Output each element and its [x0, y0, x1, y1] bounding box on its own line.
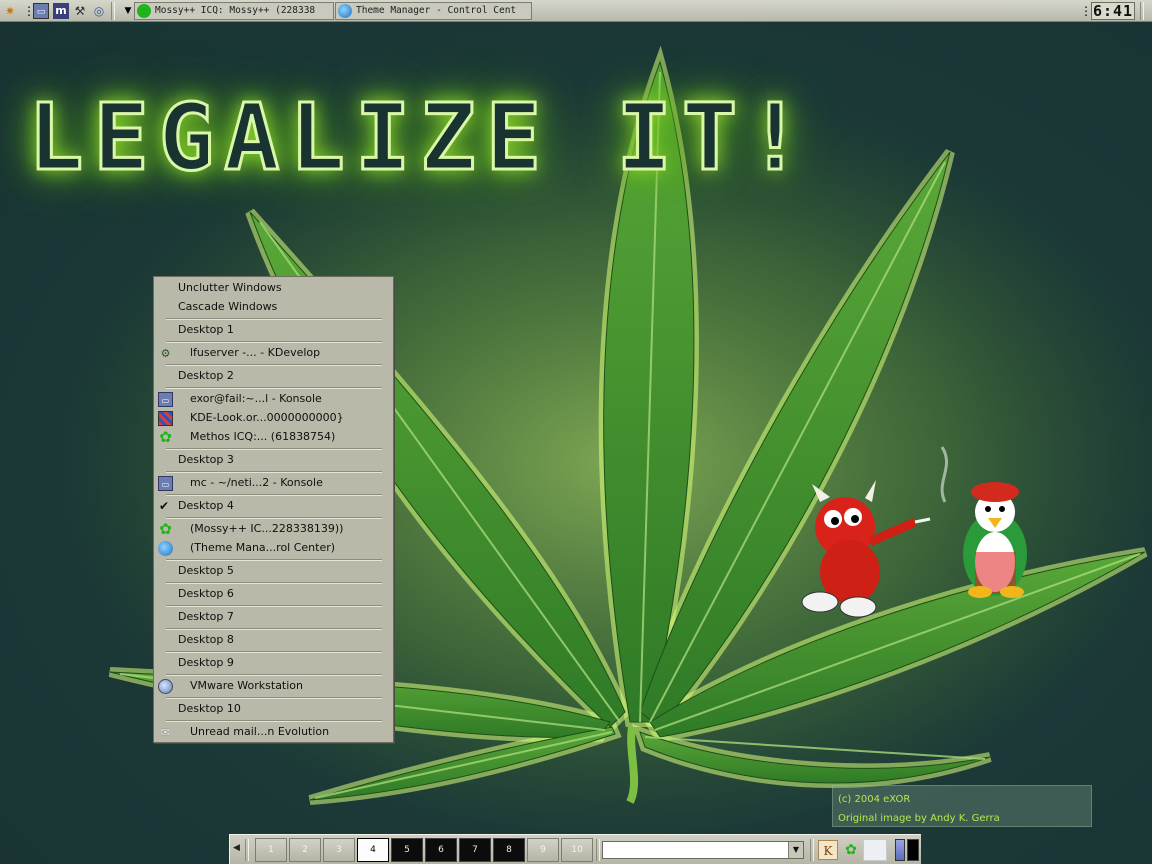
window-label: exor@fail:~...l - Konsole — [190, 392, 322, 405]
menu-item-window-methos-icq[interactable]: ✿ Methos ICQ:... (61838754) — [154, 427, 393, 447]
window-label: Methos ICQ:... (61838754) — [190, 430, 336, 443]
vmware-icon — [158, 679, 173, 694]
clover-icon — [137, 4, 151, 18]
window-list-menu: Unclutter Windows Cascade Windows Deskto… — [153, 276, 394, 743]
tray-black-applet[interactable] — [907, 839, 919, 861]
menu-item-window-evolution[interactable]: ✉ Unread mail...n Evolution — [154, 722, 393, 742]
konqueror-grid-icon — [158, 411, 173, 426]
clock[interactable]: 6:41 — [1091, 2, 1135, 20]
clover-icon: ✿ — [159, 520, 172, 538]
credit-copyright: (c) 2004 eXOR — [838, 794, 911, 805]
checkmark-icon: ✔ — [159, 499, 170, 513]
cdrom-icon[interactable]: ◎ — [91, 3, 107, 19]
tools-icon[interactable]: ⚒ — [72, 3, 88, 19]
kdevelop-icon: ⚙ — [160, 347, 171, 360]
top-panel: ✷ ⋮ ▭ m ⚒ ◎ ▼ Mossy++ ICQ: Mossy++ (2283… — [0, 0, 1152, 22]
pager-desktop-2[interactable]: 2 — [289, 838, 321, 862]
pager-desktop-9[interactable]: 9 — [527, 838, 559, 862]
mail-icon: ✉ — [160, 726, 171, 739]
panel-handle[interactable] — [111, 2, 115, 20]
konsole-icon: ▭ — [158, 392, 173, 407]
task-label: Theme Manager - Control Cent — [356, 5, 517, 16]
tray-blank-applet[interactable] — [863, 839, 887, 861]
window-label: VMware Workstation — [190, 679, 304, 692]
menu-item-window-kdevelop[interactable]: ⚙ lfuserver -... - KDevelop — [154, 343, 393, 363]
bottom-panel: ◀ 1 2 3 4 5 6 7 8 9 10 ▼ K ✿ — [229, 834, 921, 864]
task-label: Mossy++ ICQ: Mossy++ (228338 — [155, 5, 316, 16]
task-button-icq[interactable]: Mossy++ ICQ: Mossy++ (228338 — [134, 2, 334, 20]
konsole-icon: ▭ — [158, 476, 173, 491]
window-label: Unread mail...n Evolution — [190, 725, 330, 738]
window-label: mc - ~/neti...2 - Konsole — [190, 476, 323, 489]
clover-icon[interactable]: ✿ — [841, 840, 861, 860]
menu-item-desktop-6[interactable]: Desktop 6 — [154, 584, 393, 604]
kde-menu-icon[interactable]: ✷ — [2, 3, 18, 19]
pager-desktop-3[interactable]: 3 — [323, 838, 355, 862]
pager-desktop-4[interactable]: 4 — [357, 838, 389, 862]
menu-item-window-konsole-exor[interactable]: ▭ exor@fail:~...l - Konsole — [154, 389, 393, 409]
window-label: KDE-Look.or...0000000000} — [190, 411, 344, 424]
menu-item-window-vmware[interactable]: VMware Workstation — [154, 676, 393, 696]
globe-icon — [338, 4, 352, 18]
konsole-icon[interactable]: ▭ — [33, 3, 49, 19]
knotes-icon[interactable]: K — [818, 840, 838, 860]
clover-icon: ✿ — [159, 428, 172, 446]
desktop-label: Desktop 4 — [178, 499, 234, 512]
menu-item-unclutter[interactable]: Unclutter Windows — [154, 278, 393, 298]
credit-original-image: Original image by Andy K. Gerra — [838, 813, 1000, 824]
menu-item-desktop-10[interactable]: Desktop 10 — [154, 699, 393, 719]
pager-desktop-10[interactable]: 10 — [561, 838, 593, 862]
menu-item-desktop-9[interactable]: Desktop 9 — [154, 653, 393, 673]
menu-item-desktop-3[interactable]: Desktop 3 — [154, 450, 393, 470]
window-label: (Theme Mana...rol Center) — [190, 541, 336, 554]
pager-desktop-8[interactable]: 8 — [493, 838, 525, 862]
menu-item-desktop-4[interactable]: ✔ Desktop 4 — [154, 496, 393, 516]
panel-handle-right[interactable] — [1140, 2, 1144, 20]
menu-item-desktop-1[interactable]: Desktop 1 — [154, 320, 393, 340]
chevron-down-icon[interactable]: ▼ — [788, 842, 803, 858]
panel-handle[interactable] — [596, 839, 600, 861]
command-combo-input[interactable] — [602, 841, 804, 859]
window-label: lfuserver -... - KDevelop — [190, 346, 321, 359]
pager-desktop-6[interactable]: 6 — [425, 838, 457, 862]
menu-item-cascade[interactable]: Cascade Windows — [154, 297, 393, 317]
mc-icon[interactable]: m — [53, 3, 69, 19]
menu-item-window-kde-look[interactable]: KDE-Look.or...0000000000} — [154, 408, 393, 428]
window-label: (Mossy++ IC...228338139)) — [190, 522, 344, 535]
panel-handle[interactable] — [245, 839, 249, 861]
panel-hide-arrow-icon[interactable]: ◀ — [233, 843, 240, 853]
menu-item-desktop-5[interactable]: Desktop 5 — [154, 561, 393, 581]
legalize-it-headline: LEGALIZE IT! — [27, 83, 813, 193]
pager-desktop-7[interactable]: 7 — [459, 838, 491, 862]
tray-meter-icon[interactable] — [895, 839, 905, 861]
wallpaper-credit: (c) 2004 eXOR Original image by Andy K. … — [832, 785, 1092, 827]
menu-item-window-theme-manager[interactable]: (Theme Mana...rol Center) — [154, 538, 393, 558]
menu-item-window-konsole-mc[interactable]: ▭ mc - ~/neti...2 - Konsole — [154, 473, 393, 493]
pager-desktop-1[interactable]: 1 — [255, 838, 287, 862]
panel-handle[interactable] — [810, 839, 814, 861]
globe-icon — [158, 541, 173, 556]
task-button-theme-manager[interactable]: Theme Manager - Control Cent — [335, 2, 532, 20]
menu-item-desktop-2[interactable]: Desktop 2 — [154, 366, 393, 386]
pager-desktop-5[interactable]: 5 — [391, 838, 423, 862]
menu-item-desktop-8[interactable]: Desktop 8 — [154, 630, 393, 650]
menu-item-desktop-7[interactable]: Desktop 7 — [154, 607, 393, 627]
menu-item-window-mossy-icq[interactable]: ✿ (Mossy++ IC...228338139)) — [154, 519, 393, 539]
